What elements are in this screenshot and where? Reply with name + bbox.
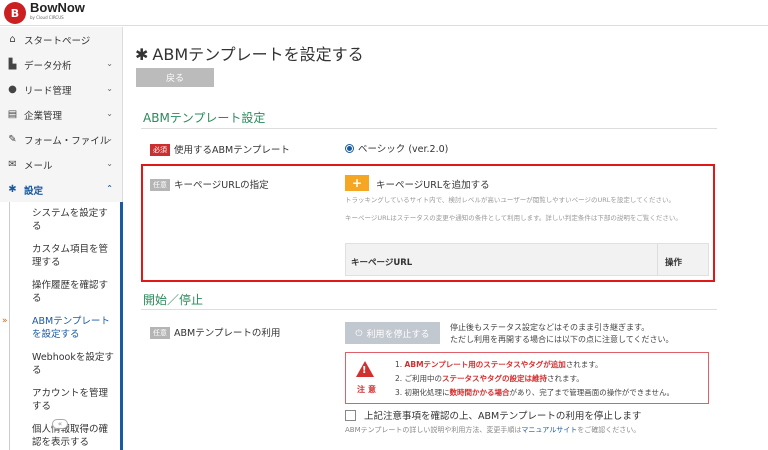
required-badge: 必須	[150, 144, 170, 156]
divider	[141, 309, 717, 310]
optional-badge: 任意	[150, 327, 170, 339]
radio-button[interactable]	[345, 143, 354, 153]
add-keypage-button[interactable]: +	[345, 175, 369, 191]
page-title-text: ABMテンプレートを設定する	[152, 45, 364, 64]
sidebar: ⌂ スタートページ ▙ データ分析 ⌄ ● リード管理 ⌄ ▤ 企業管理 ⌄ ✎…	[0, 27, 123, 450]
building-icon: ▤	[7, 109, 18, 120]
usage-label: ABMテンプレートの利用	[174, 328, 281, 339]
section-title-settings: ABMテンプレート設定	[143, 111, 266, 125]
stop-note: 停止後もステータス設定などはそのまま引き継ぎます。 ただし利用を再開する場合には…	[450, 322, 674, 346]
home-icon: ⌂	[9, 34, 16, 45]
settings-submenu: システムを設定する カスタム項目を管理する 操作履歴を確認する ABMテンプレー…	[0, 202, 123, 450]
radio-label: ベーシック (ver.2.0)	[358, 144, 449, 155]
chevron-down-icon: ⌄	[106, 84, 113, 93]
chevron-up-icon: ⌃	[106, 184, 113, 193]
submenu-custom-fields[interactable]: カスタム項目を管理する	[9, 238, 120, 274]
divider	[141, 128, 717, 129]
keypage-help-1: トラッキングしているサイト内で、検討レベルが高いユーザーが閲覧しやすいページのU…	[345, 196, 676, 204]
caution-title: 注意	[357, 385, 379, 394]
chevron-down-icon: ⌄	[106, 109, 113, 118]
collapse-sidebar-button[interactable]: «	[52, 419, 68, 429]
power-icon: ⏻	[355, 327, 363, 338]
sidebar-item-companies[interactable]: ▤ 企業管理 ⌄	[0, 102, 122, 127]
keypage-label: キーページURLの指定	[174, 180, 269, 191]
back-button[interactable]: 戻る	[136, 68, 214, 87]
sidebar-item-settings[interactable]: ✱ 設定 ⌃	[0, 177, 122, 202]
chevron-down-icon: ⌄	[106, 59, 113, 68]
caution-line-3: 3. 初期化処理に数時間かかる場合があり、完了まで管理画面の操作ができません。	[395, 388, 675, 397]
stop-usage-button[interactable]: ⏻ 利用を停止する	[345, 322, 440, 344]
gear-icon: ✱	[8, 184, 17, 195]
caution-box: ! 注意 1. ABMテンプレート用のステータスやタグが追加されます。 2. ご…	[345, 352, 709, 404]
stop-note-1: 停止後もステータス設定などはそのまま引き継ぎます。	[450, 323, 650, 332]
sidebar-item-label: フォーム・ファイル	[24, 135, 110, 147]
confirm-row[interactable]: 上記注意事項を確認の上、ABMテンプレートの利用を停止します	[345, 408, 641, 422]
sidebar-item-leads[interactable]: ● リード管理 ⌄	[0, 77, 122, 102]
mail-icon: ✉	[8, 159, 17, 170]
submenu-webhook[interactable]: Webhookを設定する	[9, 346, 120, 382]
submenu-history[interactable]: 操作履歴を確認する	[9, 274, 120, 310]
table-header-actions: 操作	[665, 258, 683, 268]
sidebar-item-label: データ分析	[24, 60, 72, 72]
keypage-url-table: キーページURL 操作	[345, 243, 709, 276]
stop-note-2: ただし利用を再開する場合には以下の点に注意してください。	[450, 335, 674, 344]
manual-site-link[interactable]: マニュアルサイト	[521, 426, 577, 434]
sidebar-item-label: メール	[24, 160, 53, 172]
template-row-label: 必須 使用するABMテンプレート	[150, 142, 290, 156]
optional-badge: 任意	[150, 179, 170, 191]
submenu-system[interactable]: システムを設定する	[9, 202, 120, 238]
logo-name: BowNow	[30, 0, 85, 15]
chevron-down-icon: ⌄	[106, 159, 113, 168]
submenu-accounts[interactable]: アカウントを管理する	[9, 382, 120, 418]
sidebar-item-analytics[interactable]: ▙ データ分析 ⌄	[0, 52, 122, 77]
sidebar-item-mail[interactable]: ✉ メール ⌄	[0, 152, 122, 177]
usage-row-label: 任意 ABMテンプレートの利用	[150, 325, 280, 339]
sidebar-item-start[interactable]: ⌂ スタートページ	[0, 27, 122, 52]
confirm-label: 上記注意事項を確認の上、ABMテンプレートの利用を停止します	[364, 411, 642, 422]
submenu-abm-template[interactable]: ABMテンプレートを設定する	[2, 310, 120, 346]
sidebar-item-label: 設定	[24, 185, 44, 197]
caution-line-1: 1. ABMテンプレート用のステータスやタグが追加されます。	[395, 360, 603, 369]
template-label: 使用するABMテンプレート	[174, 145, 290, 156]
keypage-row-label: 任意 キーページURLの指定	[150, 177, 269, 191]
add-keypage-label[interactable]: キーページURLを追加する	[376, 177, 490, 191]
manual-note: ABMテンプレートの詳しい説明や利用方法、変更手順はマニュアルサイトをご確認くだ…	[345, 426, 641, 434]
top-bar: B BowNow by Cloud CIRCUS	[0, 0, 768, 26]
edit-icon: ✎	[8, 134, 17, 145]
sidebar-item-label: 企業管理	[24, 110, 63, 122]
confirm-checkbox[interactable]	[345, 409, 356, 421]
chart-icon: ▙	[8, 59, 17, 70]
caution-line-2: 2. ご利用中のステータスやタグの設定は維持されます。	[395, 374, 584, 383]
chevron-down-icon: ⌄	[106, 134, 113, 143]
sidebar-item-forms[interactable]: ✎ フォーム・ファイル ⌄	[0, 127, 122, 152]
logo-mark: B	[4, 2, 26, 24]
main-content: ✱ ABMテンプレートを設定する 戻る ABMテンプレート設定 必須 使用するABM…	[124, 27, 768, 450]
keypage-help-2: キーページURLはステータスの変更や通知の条件として利用します。詳しい判定条件は…	[345, 214, 682, 222]
logo[interactable]: B BowNow by Cloud CIRCUS	[4, 0, 85, 24]
person-icon: ●	[8, 84, 17, 95]
sidebar-item-label: リード管理	[24, 85, 72, 97]
gear-icon: ✱	[135, 45, 149, 64]
sidebar-item-label: スタートページ	[24, 35, 91, 47]
template-radio[interactable]: ベーシック (ver.2.0)	[345, 141, 448, 155]
table-header-url: キーページURL	[351, 258, 413, 268]
section-title-start-stop: 開始／停止	[143, 293, 204, 307]
page-title: ✱ ABMテンプレートを設定する	[135, 41, 364, 65]
stop-usage-label: 利用を停止する	[366, 328, 430, 339]
